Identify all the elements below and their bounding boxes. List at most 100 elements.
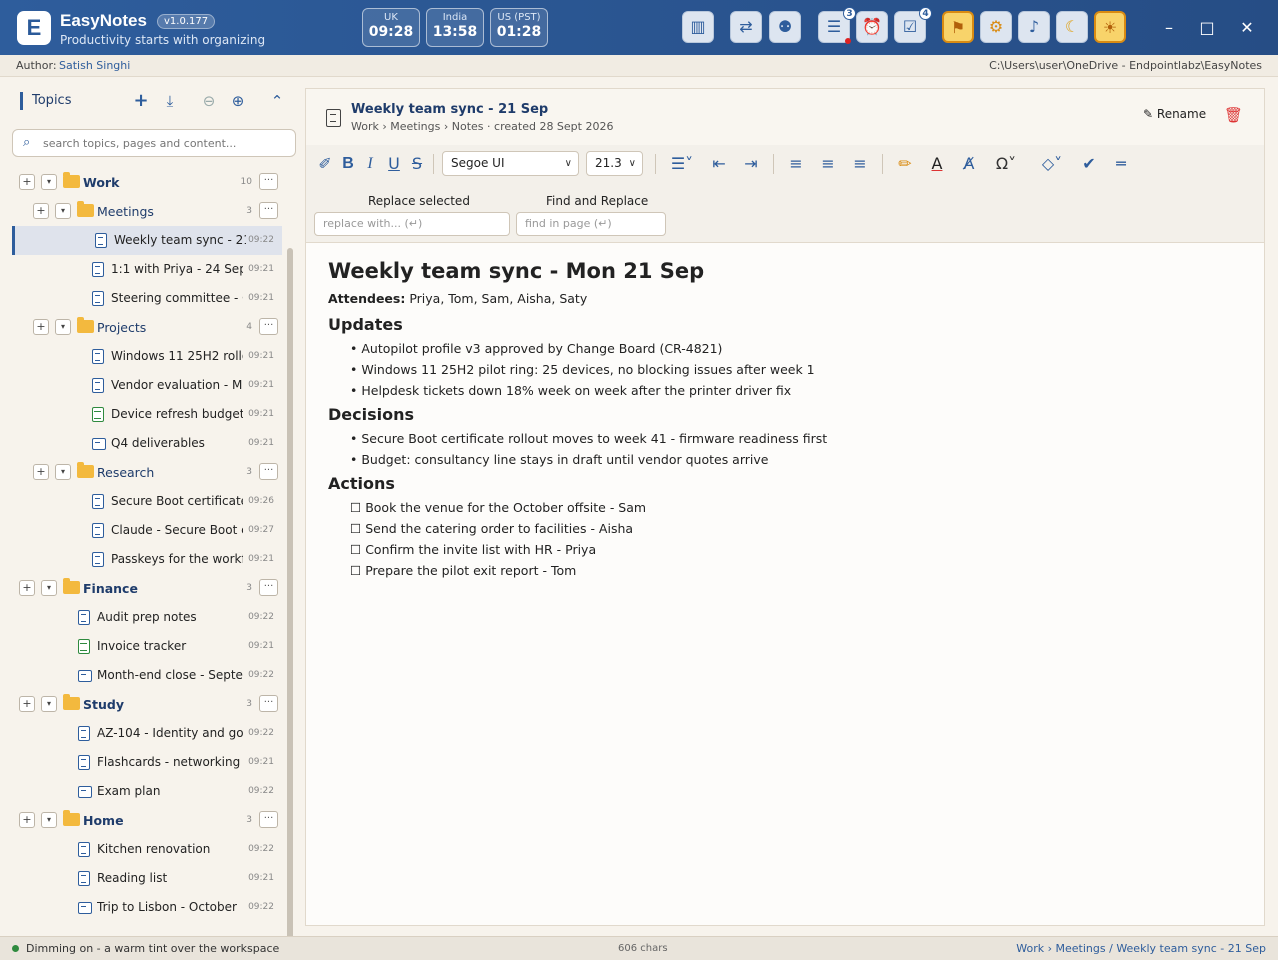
trash-icon[interactable]: 🗑	[1224, 106, 1243, 124]
outdent-icon[interactable]: ⇤	[707, 153, 731, 175]
caret-down-icon[interactable]: ▾	[41, 580, 57, 596]
rename-button[interactable]: ✎ Rename	[1143, 107, 1206, 121]
font-color-icon[interactable]: A	[925, 153, 949, 175]
folder-home[interactable]: + ▾ Home 3 ···	[12, 806, 282, 835]
moon-icon[interactable]: ☾	[1056, 11, 1088, 43]
page-item[interactable]: Invoice tracker 09:21	[12, 632, 282, 661]
page-item[interactable]: Secure Boot certificate... 09:26	[12, 487, 282, 516]
page-item[interactable]: Weekly team sync - 21...09:22	[12, 226, 282, 255]
page-item[interactable]: AZ-104 - Identity and gov... 09:22	[12, 719, 282, 748]
align-center-icon[interactable]: ≡	[816, 153, 840, 175]
page-item[interactable]: Vendor evaluation - MD... 09:21	[12, 371, 282, 400]
caret-down-icon[interactable]: ▾	[41, 174, 57, 190]
collapse-all-icon[interactable]: ⌃	[268, 92, 286, 110]
caret-down-icon[interactable]: ▾	[41, 812, 57, 828]
minimize-icon[interactable]: –	[1155, 14, 1183, 42]
robot-icon[interactable]: ⚉	[769, 11, 801, 43]
pin-icon[interactable]: ⚑	[942, 11, 974, 43]
italic-icon[interactable]: I	[358, 153, 382, 175]
add-icon[interactable]: +	[19, 812, 35, 828]
settings-gear-icon[interactable]: ⚙	[980, 11, 1012, 43]
document-content[interactable]: Weekly team sync - Mon 21 Sep Attendees:…	[328, 259, 1228, 581]
zoom-out-icon[interactable]: ⊖	[200, 92, 218, 110]
add-topic-icon[interactable]: +	[132, 92, 150, 110]
checkbox-icon[interactable]: ☐	[350, 521, 361, 536]
more-options-icon[interactable]: ···	[259, 463, 278, 480]
alarm-clock-icon[interactable]: ⏰	[856, 11, 888, 43]
search-box[interactable]: ⌕	[12, 129, 296, 157]
more-options-icon[interactable]: ···	[259, 695, 278, 712]
add-icon[interactable]: +	[33, 319, 49, 335]
page-item[interactable]: Steering committee - Q... 09:21	[12, 284, 282, 313]
folder-meetings[interactable]: + ▾ Meetings 3 ···	[12, 197, 282, 226]
add-icon[interactable]: +	[33, 203, 49, 219]
bold-icon[interactable]: B	[336, 153, 360, 175]
add-icon[interactable]: +	[19, 580, 35, 596]
add-icon[interactable]: +	[19, 174, 35, 190]
more-options-icon[interactable]: ···	[259, 173, 278, 190]
more-options-icon[interactable]: ···	[259, 811, 278, 828]
page-item[interactable]: Exam plan 09:22	[12, 777, 282, 806]
page-item[interactable]: Q4 deliverables 09:21	[12, 429, 282, 458]
checkmark-icon[interactable]: ✔	[1077, 153, 1101, 175]
bell-icon[interactable]: ♪	[1018, 11, 1050, 43]
page-item[interactable]: Audit prep notes 09:22	[12, 603, 282, 632]
align-right-icon[interactable]: ≡	[848, 153, 872, 175]
add-icon[interactable]: +	[33, 464, 49, 480]
bullet-list-icon[interactable]: ☰˅	[666, 153, 698, 175]
add-icon[interactable]: +	[19, 696, 35, 712]
crumb-meetings[interactable]: Meetings	[390, 120, 440, 133]
status-crumb-work[interactable]: Work	[1016, 942, 1044, 955]
more-options-icon[interactable]: ···	[259, 202, 278, 219]
page-item[interactable]: Trip to Lisbon - October 09:22	[12, 893, 282, 922]
page-item[interactable]: Passkeys for the workfo... 09:21	[12, 545, 282, 574]
folder-finance[interactable]: + ▾ Finance 3 ···	[12, 574, 282, 603]
page-item[interactable]: Month-end close - Septe... 09:22	[12, 661, 282, 690]
author-name[interactable]: Satish Singhi	[59, 59, 130, 72]
status-crumb-meetings[interactable]: Meetings	[1056, 942, 1106, 955]
replace-input[interactable]: replace with... (↵)	[314, 212, 510, 236]
caret-down-icon[interactable]: ▾	[55, 319, 71, 335]
folder-study[interactable]: + ▾ Study 3 ···	[12, 690, 282, 719]
dashboard-chart-icon[interactable]: ▥	[682, 11, 714, 43]
folder-work[interactable]: + ▾ Work 10 ···	[12, 168, 282, 197]
folder-research[interactable]: + ▾ Research 3 ···	[12, 458, 282, 487]
close-icon[interactable]: ✕	[1233, 14, 1261, 42]
more-options-icon[interactable]: ···	[259, 579, 278, 596]
strikethrough-icon[interactable]: S	[405, 153, 429, 175]
caret-down-icon[interactable]: ▾	[55, 203, 71, 219]
highlighter-icon[interactable]: ✏	[893, 153, 917, 175]
sidebar-scrollbar[interactable]	[287, 248, 293, 960]
underline-icon[interactable]: U	[382, 153, 406, 175]
font-select[interactable]: Segoe UI ∨	[442, 151, 579, 176]
checkbox-icon[interactable]: ☐	[350, 563, 361, 578]
download-icon[interactable]: ⤓	[161, 92, 179, 110]
checkbox-icon[interactable]: ☐	[350, 500, 361, 515]
checklist-icon[interactable]: ☑ 4	[894, 7, 932, 43]
crumb-work[interactable]: Work	[351, 120, 379, 133]
page-item[interactable]: Device refresh budget 2... 09:21	[12, 400, 282, 429]
shapes-icon[interactable]: ◇˅	[1036, 153, 1068, 175]
page-item[interactable]: Reading list 09:21	[12, 864, 282, 893]
indent-icon[interactable]: ⇥	[739, 153, 763, 175]
caret-down-icon[interactable]: ▾	[55, 464, 71, 480]
more-options-icon[interactable]: ···	[259, 318, 278, 335]
folder-projects[interactable]: + ▾ Projects 4 ···	[12, 313, 282, 342]
checkbox-icon[interactable]: ☐	[350, 542, 361, 557]
align-left-icon[interactable]: ≡	[784, 153, 808, 175]
page-item[interactable]: Claude - Secure Boot c... 09:27	[12, 516, 282, 545]
sync-icon[interactable]: ⇄	[730, 11, 762, 43]
search-input[interactable]	[43, 134, 288, 152]
page-item[interactable]: Windows 11 25H2 rollout 09:21	[12, 342, 282, 371]
maximize-icon[interactable]: □	[1193, 14, 1221, 42]
find-input[interactable]: find in page (↵)	[516, 212, 666, 236]
special-character-icon[interactable]: Ω˅	[990, 153, 1022, 175]
tasks-icon[interactable]: ☰ 3	[818, 7, 856, 44]
horizontal-rule-icon[interactable]: ═	[1109, 153, 1133, 175]
page-item[interactable]: Kitchen renovation 09:22	[12, 835, 282, 864]
format-painter-icon[interactable]: ✐	[313, 153, 337, 175]
zoom-in-icon[interactable]: ⊕	[229, 92, 247, 110]
caret-down-icon[interactable]: ▾	[41, 696, 57, 712]
sun-dimming-icon[interactable]: ☀	[1094, 11, 1126, 43]
clear-format-icon[interactable]: A̸	[957, 153, 981, 175]
